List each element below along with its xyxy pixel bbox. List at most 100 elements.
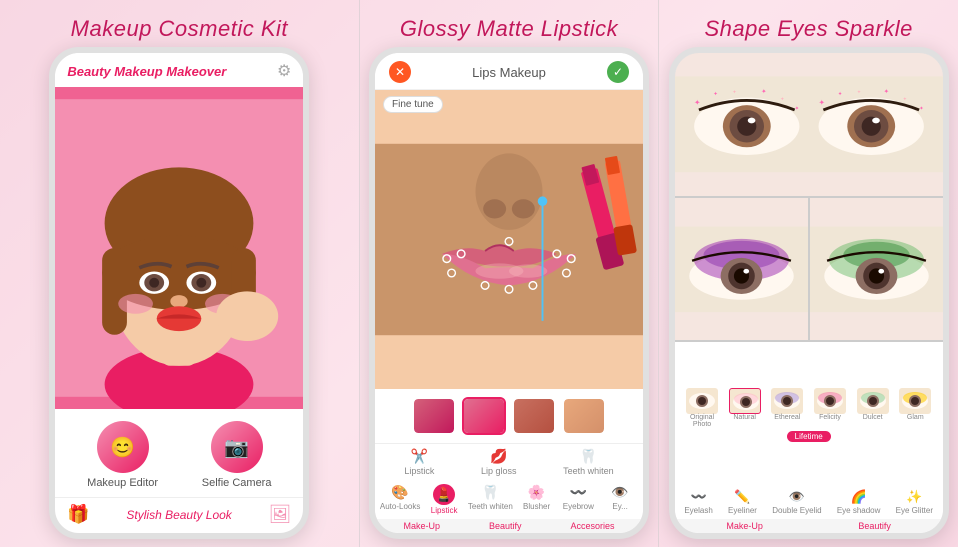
svg-text:✦: ✦ [837,91,842,98]
tab-eye-glitter[interactable]: ✨ Eye Glitter [896,489,933,515]
tab-teeth-whiten-main[interactable]: 🦷 Teeth whiten [468,484,513,515]
style-ethereal-label: Ethereal [774,414,800,421]
tab-autolooks-label: Auto-Looks [380,502,420,511]
gift-icon: 🎁 [67,504,89,525]
footer-text: Stylish Beauty Look [126,508,231,522]
tab-lipstick-tool-label: Lipstick [404,466,434,476]
phone-frame-2: ✕ Lips Makeup ✓ [369,47,649,539]
teeth-icon: 🦷 [580,448,597,465]
tab-eye-glitter-label: Eye Glitter [896,506,933,515]
tab-eyeliner-label: Eyeliner [728,506,757,515]
style-felicity[interactable]: Felicity [814,388,846,428]
section-beautify: Beautify [489,521,522,531]
check-icon: ✓ [613,65,623,79]
style-ethereal[interactable]: Ethereal [771,388,803,428]
eyebrow-icon: 〰️ [570,484,587,501]
tab-eye-shadow[interactable]: 🌈 Eye shadow [837,489,881,515]
confirm-button[interactable]: ✓ [607,61,629,83]
style-dulcet[interactable]: Dulcet [857,388,889,428]
tab-lipstick-main-label: Lipstick [431,506,458,515]
tab-teeth-whiten[interactable]: 🦷 Teeth whiten [563,448,614,476]
panel-lipstick: Glossy Matte Lipstick ✕ Lips Makeup ✓ [360,0,659,547]
eye-cell-top-wide: ✦ ✦ ✦ ✦ ✦ ✦ ✦ ✦ ✦ [675,53,943,196]
makeup-editor-icon: 😊 [97,421,149,473]
svg-text:✦: ✦ [857,90,861,96]
makeup-editor-label: Makeup Editor [87,477,158,489]
svg-text:✦: ✦ [883,88,889,96]
phone2-section-labels: Make-Up Beautify Accesories [375,519,643,533]
eyeliner-icon: ✏️ [734,489,750,505]
svg-text:✦: ✦ [780,96,784,102]
swatch-color-3 [514,399,554,433]
style-glam[interactable]: Glam [899,388,931,428]
lips-icon: 💋 [490,448,507,465]
lips-svg [375,90,643,389]
svg-text:✦: ✦ [794,105,799,112]
phone3-section-labels: Make-Up Beautify [675,519,943,533]
style-natural[interactable]: Natural [729,388,761,428]
tab-eyelash-label: Eyelash [684,506,712,515]
tab-eyeliner[interactable]: ✏️ Eyeliner [728,489,757,515]
face-illustration [55,87,303,409]
tab-lipgloss[interactable]: 💋 Lip gloss [481,448,517,476]
lips-area: Fine tune [375,90,643,389]
phone1-photo-area [55,87,303,409]
style-options: Original Photo Natural [677,386,941,430]
eye-icon: 👁️ [611,484,628,501]
style-original[interactable]: Original Photo [686,388,718,428]
phone2-header: ✕ Lips Makeup ✓ [375,53,643,90]
panel-cosmetic-kit: Makeup Cosmetic Kit Beauty Makeup Makeov… [0,0,359,547]
phone1-actions: 😊 Makeup Editor 📷 Selfie Camera [55,409,303,497]
eye-cell-mid-right [810,198,943,341]
svg-text:✦: ✦ [902,96,906,102]
swatch-3[interactable] [512,397,556,435]
swatch-2[interactable] [462,397,506,435]
eyelash-icon: 〰️ [690,489,706,505]
double-eyelid-icon: 👁️ [789,489,805,505]
tab-teeth-whiten-main-label: Teeth whiten [468,502,513,511]
tab-eyebrow[interactable]: 〰️ Eyebrow [560,484,596,515]
phone1-header: Beauty Makeup Makeover ⚙ [55,53,303,87]
blusher-icon: 🌸 [528,484,545,501]
selfie-camera-button[interactable]: 📷 Selfie Camera [202,421,272,489]
swatch-color-4 [564,399,604,433]
panel1-title: Makeup Cosmetic Kit [61,8,298,47]
phone2-tabs-top: ✂️ Lipstick 💋 Lip gloss 🦷 Teeth whiten [375,443,643,480]
fine-tune-label: Fine tune [392,99,434,110]
gear-icon[interactable]: ⚙ [277,61,291,81]
swatch-color-2 [464,399,504,433]
eye-green-svg [810,198,943,341]
tab-eyelash[interactable]: 〰️ Eyelash [684,489,712,515]
eyes-grid: ✦ ✦ ✦ ✦ ✦ ✦ ✦ ✦ ✦ [675,53,943,485]
tab-lipstick-main[interactable]: 💄 Lipstick [426,484,462,515]
svg-text:✦: ✦ [732,90,736,96]
selfie-camera-icon: 📷 [211,421,263,473]
autolooks-icon: 🎨 [391,484,408,501]
tab-eye[interactable]: 👁️ Ey... [602,484,638,515]
tab-eye-shadow-label: Eye shadow [837,506,881,515]
tab-double-eyelid-label: Double Eyelid [772,506,821,515]
tab-autolooks[interactable]: 🎨 Auto-Looks [380,484,420,515]
tab-double-eyelid[interactable]: 👁️ Double Eyelid [772,489,821,515]
swatch-1[interactable] [412,397,456,435]
p3-section-makeup: Make-Up [726,521,763,531]
makeup-editor-button[interactable]: 😊 Makeup Editor [87,421,158,489]
color-swatches [375,389,643,443]
style-original-label: Original [690,414,714,421]
tab-lipgloss-label: Lip gloss [481,466,517,476]
lipstick-main-icon: 💄 [433,484,454,505]
close-button[interactable]: ✕ [389,61,411,83]
phone-frame-1: Beauty Makeup Makeover ⚙ [49,47,309,539]
style-photo-label: Photo [693,421,711,428]
swatch-4[interactable] [562,397,606,435]
tab-blusher[interactable]: 🌸 Blusher [519,484,555,515]
svg-text:✦: ✦ [919,105,924,112]
lifetime-label: Lifetime [795,432,823,441]
section-accessories: Accesories [570,521,614,531]
svg-text:✦: ✦ [694,98,701,107]
fine-tune-button[interactable]: Fine tune [383,96,443,113]
scissors-icon: ✂️ [411,448,428,465]
phone2-tabs-bottom: 🎨 Auto-Looks 💄 Lipstick 🦷 Teeth whiten 🌸… [375,480,643,519]
tab-lipstick-tool[interactable]: ✂️ Lipstick [404,448,434,476]
svg-text:✦: ✦ [713,91,718,98]
